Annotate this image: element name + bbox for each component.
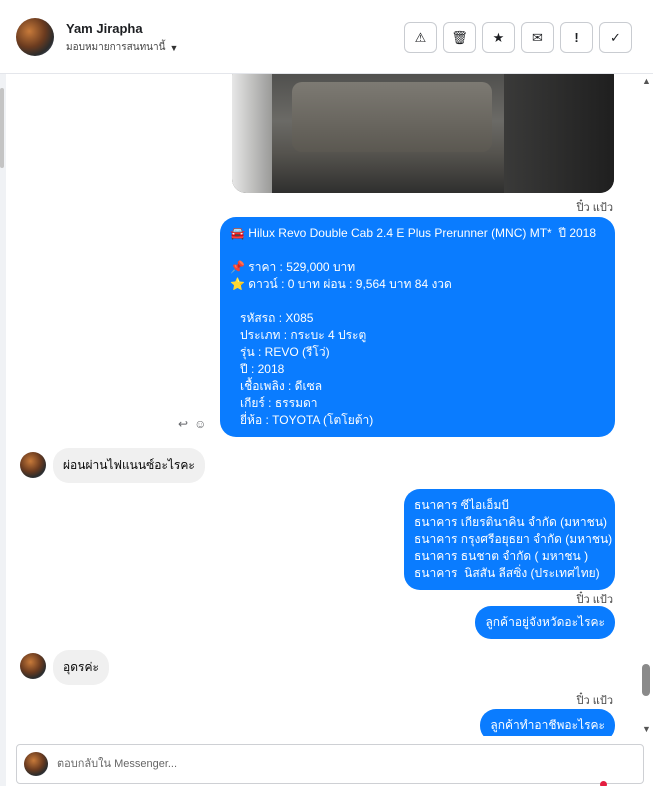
car-info-line: ประเภท : กระบะ 4 ประตู <box>230 328 367 342</box>
assign-label: มอบหมายการสนทนานี้ <box>66 42 166 53</box>
reply-input[interactable] <box>57 755 577 773</box>
incoming-message[interactable]: ผ่อนผ่านไฟแนนซ์อะไรคะ <box>53 448 205 483</box>
reply-composer[interactable] <box>16 744 644 786</box>
outgoing-message[interactable]: ลูกค้าทำอาชีพอะไรคะ <box>480 709 615 736</box>
incoming-message[interactable]: อุดรค่ะ <box>53 650 109 685</box>
reply-icon[interactable]: ↩ <box>178 417 188 431</box>
car-info-line: ยี่ห้อ : TOYOTA (โตโยต้า) <box>230 413 374 427</box>
follow-up-icon: ! <box>574 30 579 45</box>
thread-scrollbar[interactable]: ▲ ▼ <box>639 74 653 736</box>
scroll-down-arrow-icon[interactable]: ▼ <box>642 724 651 734</box>
photo-door-region <box>232 74 272 193</box>
photo-panel-region <box>504 74 614 193</box>
car-info-line: เกียร์ : ธรรมดา <box>230 396 318 410</box>
contact-avatar-small <box>20 452 46 478</box>
spam-button[interactable]: ⚠ <box>404 22 437 53</box>
notification-dot <box>600 781 607 786</box>
car-info-line <box>230 242 605 259</box>
car-info-message[interactable]: 🚘 Hilux Revo Double Cab 2.4 E Plus Preru… <box>220 217 615 437</box>
done-button[interactable]: ✓ <box>599 22 632 53</box>
warning-icon: ⚠ <box>414 29 427 45</box>
seen-receipt: ปิ๋ว แป้ว <box>576 695 613 707</box>
car-info-line: รหัสรถ : X085 <box>230 311 314 325</box>
outgoing-message[interactable]: ลูกค้าอยู่จังหวัดอะไรคะ <box>475 606 615 639</box>
car-info-line: 📌 ราคา : 529,000 บาท <box>230 260 356 274</box>
check-icon: ✓ <box>610 29 621 45</box>
car-info-line: รุ่น : REVO (รีโว่) <box>230 345 330 359</box>
page-avatar <box>24 752 48 776</box>
banks-message[interactable]: ธนาคาร ซีไอเอ็มบี ธนาคาร เกียรตินาคิน จำ… <box>404 489 615 590</box>
message-actions: ↩ ☺ <box>178 417 206 431</box>
contact-avatar-small <box>20 653 46 679</box>
bank-line: ธนาคาร นิสสัน ลีสซิ่ง (ประเทศไทย) <box>414 566 600 580</box>
contact-name[interactable]: Yam Jirapha <box>66 21 143 36</box>
star-button[interactable]: ★ <box>482 22 515 53</box>
conversation-header: Yam Jirapha มอบหมายการสนทนานี้ ▼ ⚠ 🗑 ★ ✉… <box>0 0 653 74</box>
mark-unread-button[interactable]: ✉ <box>521 22 554 53</box>
envelope-icon: ✉ <box>532 29 543 45</box>
scroll-up-arrow-icon[interactable]: ▲ <box>642 76 651 86</box>
left-edge-marker <box>0 88 4 168</box>
caret-down-icon: ▼ <box>169 42 179 53</box>
car-info-line: เชื้อเพลิง : ดีเซล <box>230 379 323 393</box>
car-info-line: ⭐ ดาวน์ : 0 บาท ผ่อน : 9,564 บาท 84 งวด <box>230 277 452 291</box>
photo-seat-region <box>292 82 492 152</box>
scrollbar-thumb[interactable] <box>642 664 650 696</box>
contact-avatar[interactable] <box>16 18 54 56</box>
bank-line: ธนาคาร เกียรตินาคิน จำกัด (มหาชน) <box>414 515 608 529</box>
bank-line: ธนาคาร กรุงศรีอยุธยา จำกัด (มหาชน) <box>414 532 613 546</box>
car-info-line: ปี : 2018 <box>230 362 285 376</box>
car-interior-photo[interactable] <box>232 74 614 193</box>
assign-conversation-dropdown[interactable]: มอบหมายการสนทนานี้ ▼ <box>66 40 178 55</box>
follow-up-button[interactable]: ! <box>560 22 593 53</box>
bank-line: ธนาคาร ธนชาต จำกัด ( มหาชน ) <box>414 549 589 563</box>
delete-button[interactable]: 🗑 <box>443 22 476 53</box>
action-toolbar: ⚠ 🗑 ★ ✉ ! ✓ <box>404 22 632 53</box>
message-thread[interactable]: ปิ๋ว แป้ว 🚘 Hilux Revo Double Cab 2.4 E … <box>6 74 637 736</box>
star-icon: ★ <box>492 29 505 45</box>
react-icon[interactable]: ☺ <box>194 417 206 431</box>
car-info-line <box>230 293 605 310</box>
car-info-line: 🚘 Hilux Revo Double Cab 2.4 E Plus Preru… <box>230 226 597 240</box>
bank-line: ธนาคาร ซีไอเอ็มบี <box>414 498 510 512</box>
seen-receipt: ปิ๋ว แป้ว <box>576 202 613 214</box>
trash-icon: 🗑 <box>451 29 468 45</box>
